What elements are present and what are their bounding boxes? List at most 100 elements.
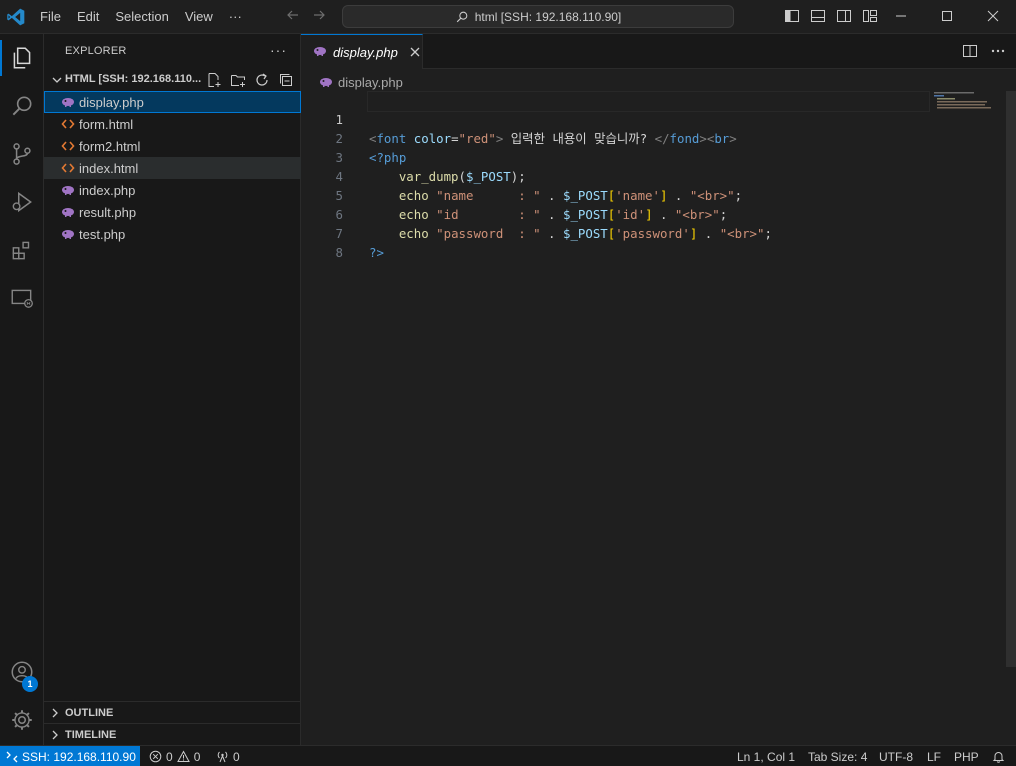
window-controls [878,0,1016,32]
activity-extensions[interactable] [0,228,44,272]
toggle-panel-icon[interactable] [810,8,826,24]
command-center-label: html [SSH: 192.168.110.90] [474,9,622,24]
php-file-icon [60,182,76,198]
code-editor[interactable]: 1 <font color="red"> 입력한 내용이 맞습니까? </fon… [301,91,1001,260]
title-bar: File Edit Selection View ··· html [SSH: … [0,0,1016,34]
file-item-test-php[interactable]: test.php [44,223,301,245]
explorer-header: EXPLORER ··· [44,34,301,69]
vscode-logo-icon[interactable] [6,7,26,27]
file-item-result-php[interactable]: result.php [44,201,301,223]
gear-icon [12,710,32,730]
split-editor-icon[interactable] [962,43,978,59]
code-line: 5 echo "id : " . $_POST['id'] . "<br>"; [301,167,1001,222]
breadcrumb[interactable]: display.php [319,71,403,93]
toggle-primary-sidebar-icon[interactable] [784,8,800,24]
new-folder-icon[interactable] [230,72,246,88]
error-count: 0 [166,749,173,764]
activity-remote-explorer[interactable] [0,276,44,320]
php-file-icon [313,44,327,61]
tab-bar: display.php [301,34,1016,69]
activity-search[interactable] [0,84,44,128]
ports-indicator[interactable]: 0 [216,746,240,766]
tab-label: display.php [333,44,398,60]
file-name: index.html [79,160,139,176]
more-actions-icon[interactable] [990,43,1006,59]
menu-view[interactable]: View [177,6,221,28]
close-icon[interactable] [408,45,422,59]
file-item-form2-html[interactable]: form2.html [44,135,301,157]
code-line: 2 <?php [301,110,1001,165]
toggle-secondary-sidebar-icon[interactable] [836,8,852,24]
activity-run-debug[interactable] [0,180,44,224]
search-icon [12,96,32,116]
file-item-index-php[interactable]: index.php [44,179,301,201]
minimap[interactable] [934,91,992,111]
refresh-icon[interactable] [254,72,270,88]
tab-display-php[interactable]: display.php [301,34,423,69]
activity-manage[interactable] [0,698,44,742]
line-text: ?> [369,245,384,260]
code-line: 3 var_dump($_POST); [301,129,1001,184]
explorer-sidebar: EXPLORER ··· HTML [SSH: 192.168.110... d… [44,34,301,745]
file-item-form-html[interactable]: form.html [44,113,301,135]
navigation-arrows [285,7,327,23]
file-item-index-html[interactable]: index.html [44,157,301,179]
activity-bar: 1 [0,34,44,745]
sidebar-sections: OUTLINE TIMELINE [44,701,301,745]
explorer-more-button[interactable]: ··· [270,42,287,58]
chevron-right-icon [52,708,58,717]
menu-more[interactable]: ··· [221,6,250,28]
menu-selection[interactable]: Selection [107,6,176,28]
activity-source-control[interactable] [0,132,44,176]
activity-accounts[interactable]: 1 [0,650,44,694]
remote-indicator[interactable]: SSH: 192.168.110.90 [0,746,140,766]
search-icon [456,11,468,22]
menu-file[interactable]: File [32,6,69,28]
ports-count: 0 [233,749,240,764]
back-arrow-icon[interactable] [285,7,301,23]
minimize-icon [896,15,906,17]
layout-controls [784,8,878,24]
code-line: 4 echo "name : " . $_POST['name'] . "<br… [301,148,1001,203]
file-item-display-php[interactable]: display.php [44,91,301,113]
menu-edit[interactable]: Edit [69,6,107,28]
section-timeline[interactable]: TIMELINE [44,723,301,745]
activity-explorer[interactable] [0,36,44,80]
tab-size[interactable]: Tab Size: 4 [808,746,867,766]
encoding[interactable]: UTF-8 [879,746,913,766]
command-center-search[interactable]: html [SSH: 192.168.110.90] [342,5,734,28]
customize-layout-icon[interactable] [862,8,878,24]
forward-arrow-icon[interactable] [311,7,327,23]
status-bar: SSH: 192.168.110.90 0 0 0 Ln 1, Col 1 Ta… [0,745,1016,766]
file-name: form2.html [79,138,141,154]
editor-area: display.php display.php 1 <font color="r… [301,34,1016,745]
php-file-icon [60,94,76,110]
run-debug-icon [12,191,32,213]
files-icon [13,47,31,69]
close-window-button[interactable] [970,0,1016,32]
source-control-icon [13,143,31,165]
code-line: 6 echo "password : " . $_POST['password'… [301,186,1001,241]
editor-scrollbar[interactable] [1006,91,1016,667]
remote-explorer-icon [11,289,33,308]
minimize-button[interactable] [878,0,924,32]
chevron-right-icon [52,730,58,739]
broadcast-icon [217,751,228,763]
notifications-button[interactable] [992,746,1005,766]
html-file-icon [60,138,76,154]
file-name: display.php [79,94,144,110]
folder-header[interactable]: HTML [SSH: 192.168.110... [44,69,301,91]
language-mode[interactable]: PHP [954,746,979,766]
end-of-line[interactable]: LF [927,746,941,766]
cursor-position[interactable]: Ln 1, Col 1 [737,746,795,766]
problems-indicator[interactable]: 0 0 [149,746,200,766]
menu-bar: File Edit Selection View ··· [32,0,250,34]
code-line: 1 <font color="red"> 입력한 내용이 맞습니까? </fon… [301,91,1001,146]
maximize-button[interactable] [924,0,970,32]
new-file-icon[interactable] [206,72,222,88]
section-outline-label: OUTLINE [65,706,114,719]
file-name: result.php [79,204,137,220]
section-outline[interactable]: OUTLINE [44,701,301,723]
file-name: form.html [79,116,134,132]
collapse-all-icon[interactable] [278,72,294,88]
